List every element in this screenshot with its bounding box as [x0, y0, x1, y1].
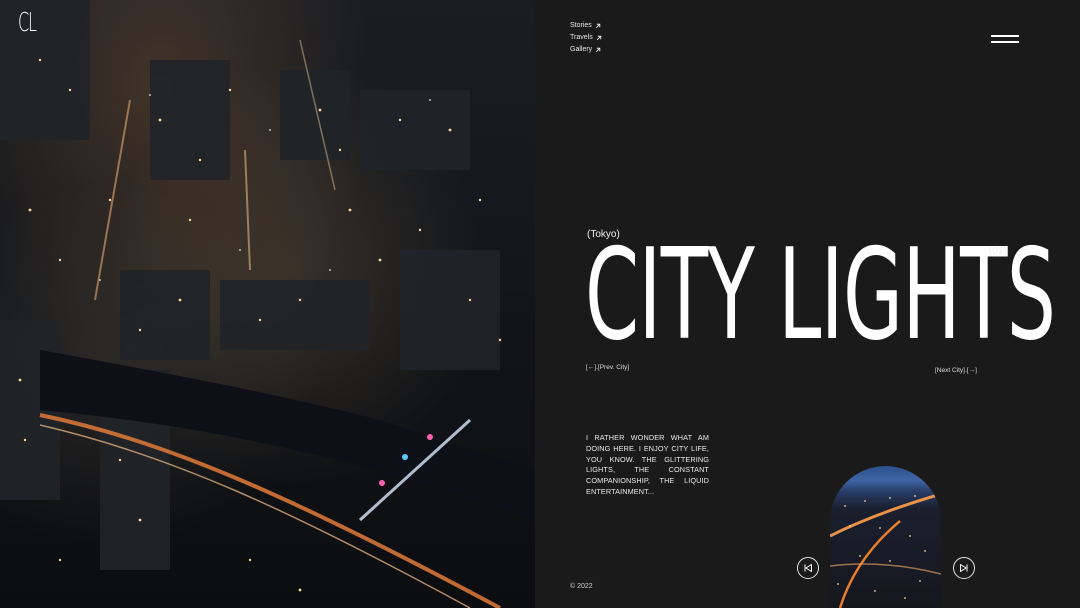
intro-text: I rather wonder what am doing here. I en… [586, 433, 709, 496]
nav-item-label: Stories [570, 22, 592, 29]
nav-item-stories[interactable]: Stories [570, 20, 602, 32]
copyright: © 2022 [570, 583, 593, 590]
next-city-link[interactable]: [Next City].[→] [935, 367, 977, 374]
issue-number: (01) [989, 246, 1007, 257]
page: CL Stories Travels Gallery (Tokyo) CITY … [0, 0, 1080, 608]
main-nav: Stories Travels Gallery [570, 20, 602, 56]
content-panel: Stories Travels Gallery (Tokyo) CITY LIG… [535, 0, 1080, 608]
nav-item-travels[interactable]: Travels [570, 32, 602, 44]
arrow-up-right-icon [595, 23, 601, 29]
nav-item-label: Gallery [570, 46, 593, 53]
menu-line [991, 41, 1019, 43]
logo[interactable]: CL [18, 8, 37, 38]
aerial-city-image [830, 492, 941, 608]
skip-back-icon [804, 564, 812, 572]
page-title: CITY LIGHTS [585, 221, 1056, 368]
prev-city-link[interactable]: [←].[Prev. City] [586, 364, 629, 371]
previous-button[interactable] [797, 557, 819, 579]
menu-line [991, 35, 1019, 37]
arrow-up-right-icon [596, 35, 601, 41]
nav-item-gallery[interactable]: Gallery [570, 44, 602, 56]
skip-forward-icon [960, 564, 968, 572]
next-button[interactable] [953, 557, 975, 579]
featured-city-thumbnail[interactable] [830, 466, 941, 608]
hamburger-menu-icon[interactable] [991, 34, 1019, 46]
arrow-up-right-icon [596, 47, 601, 53]
nav-item-label: Travels [570, 34, 593, 41]
city-photo: CL [0, 0, 535, 608]
night-cityscape-illustration [0, 0, 535, 608]
